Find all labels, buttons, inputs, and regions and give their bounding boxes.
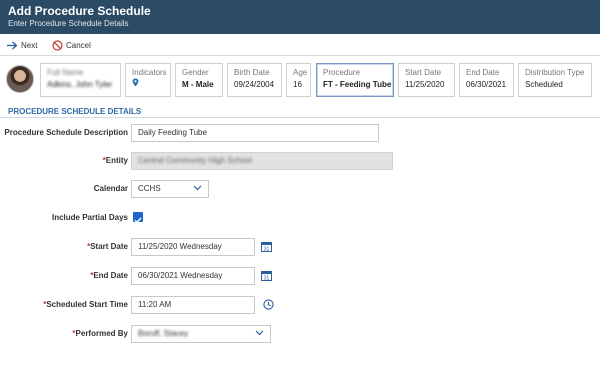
start-date-input[interactable]: 11/25/2020 Wednesday [131, 238, 255, 256]
card-birth-date: Birth Date 09/24/2004 [227, 63, 282, 97]
entity-label-text: Entity [105, 156, 128, 165]
page-header: Add Procedure Schedule Enter Procedure S… [0, 0, 600, 34]
card-value [132, 78, 164, 92]
section-divider [0, 117, 600, 118]
entity-row: *Entity Central Community High School [0, 152, 600, 172]
partial-days-row: Include Partial Days [0, 209, 600, 229]
partial-days-label: Include Partial Days [51, 213, 128, 222]
svg-text:31: 31 [264, 246, 270, 252]
entity-field: Central Community High School [131, 152, 393, 170]
card-label: Gender [182, 68, 209, 77]
card-procedure[interactable]: Procedure FT - Feeding Tube [316, 63, 394, 97]
start-time-label: *Scheduled Start Time [43, 300, 128, 309]
card-label: Start Date [405, 68, 442, 77]
start-date-label-text: Start Date [90, 242, 128, 251]
card-distribution-type: Distribution Type Scheduled [518, 63, 592, 97]
start-time-input[interactable]: 11:20 AM [131, 296, 255, 314]
performed-by-row: *Performed By Boruff, Stacey [0, 325, 600, 345]
card-value: 16 [293, 80, 302, 89]
card-label: Age [293, 68, 308, 77]
card-label: Indicators [132, 68, 167, 77]
next-label: Next [21, 41, 38, 50]
start-time-label-text: Scheduled Start Time [46, 300, 128, 309]
card-label: Full Name [47, 68, 84, 77]
card-full-name: Full Name Adkins, John Tyler [40, 63, 121, 97]
card-age: Age 16 [286, 63, 311, 97]
start-date-row: *Start Date 11/25/2020 Wednesday 31 [0, 238, 600, 258]
svg-text:31: 31 [264, 275, 270, 281]
card-value: 06/30/2021 [466, 80, 507, 89]
card-end-date: End Date 06/30/2021 [459, 63, 514, 97]
card-gender: Gender M - Male [175, 63, 223, 97]
next-button[interactable]: Next [6, 39, 37, 52]
card-value: Scheduled [525, 80, 563, 89]
calendar-select[interactable]: CCHS [131, 180, 209, 198]
clock-icon[interactable] [263, 299, 274, 310]
student-info-bar: Full Name Adkins, John Tyler Indicators … [0, 60, 600, 100]
partial-days-checkbox[interactable] [133, 212, 143, 224]
end-date-label-text: End Date [93, 271, 128, 280]
cancel-circle-icon [52, 40, 63, 51]
section-title: PROCEDURE SCHEDULE DETAILS [8, 107, 142, 116]
card-value: FT - Feeding Tube [323, 80, 392, 89]
cancel-label: Cancel [66, 41, 91, 50]
card-label: Procedure [323, 68, 360, 77]
avatar [6, 65, 34, 93]
chevron-down-icon [193, 185, 202, 191]
end-date-input[interactable]: 06/30/2021 Wednesday [131, 267, 255, 285]
page-title: Add Procedure Schedule [8, 4, 151, 18]
start-time-row: *Scheduled Start Time 11:20 AM [0, 296, 600, 316]
cancel-button[interactable]: Cancel [52, 39, 91, 52]
card-value: 11/25/2020 [405, 80, 445, 89]
card-label: Birth Date [234, 68, 270, 77]
chevron-down-icon [255, 330, 264, 336]
card-value: Adkins, John Tyler [47, 80, 113, 89]
description-input[interactable]: Daily Feeding Tube [131, 124, 379, 142]
description-label: Procedure Schedule Description [4, 128, 128, 137]
calendar-value: CCHS [138, 184, 161, 193]
page-subtitle: Enter Procedure Schedule Details [8, 19, 129, 28]
calendar-icon[interactable]: 31 [261, 270, 272, 281]
calendar-label: Calendar [93, 184, 128, 193]
card-label: Distribution Type [525, 68, 585, 77]
end-date-row: *End Date 06/30/2021 Wednesday 31 [0, 267, 600, 287]
performed-by-label-text: Performed By [75, 329, 128, 338]
entity-value: Central Community High School [138, 156, 252, 165]
calendar-row: Calendar CCHS [0, 180, 600, 200]
toolbar: Next Cancel [0, 34, 600, 56]
card-start-date: Start Date 11/25/2020 [398, 63, 455, 97]
card-indicators: Indicators [125, 63, 171, 97]
card-value: 09/24/2004 [234, 80, 275, 89]
location-pin-icon[interactable] [132, 78, 139, 87]
arrow-right-icon [7, 41, 18, 50]
end-date-label: *End Date [90, 271, 128, 280]
card-label: End Date [466, 68, 500, 77]
performed-by-select[interactable]: Boruff, Stacey [131, 325, 271, 343]
calendar-icon[interactable]: 31 [261, 241, 272, 252]
checkmark-icon [134, 217, 142, 224]
performed-by-label: *Performed By [72, 329, 128, 338]
performed-by-value: Boruff, Stacey [138, 329, 189, 338]
entity-label: *Entity [103, 156, 128, 165]
card-value: M - Male [182, 80, 214, 89]
start-date-label: *Start Date [87, 242, 128, 251]
description-row: Procedure Schedule Description Daily Fee… [0, 124, 600, 144]
